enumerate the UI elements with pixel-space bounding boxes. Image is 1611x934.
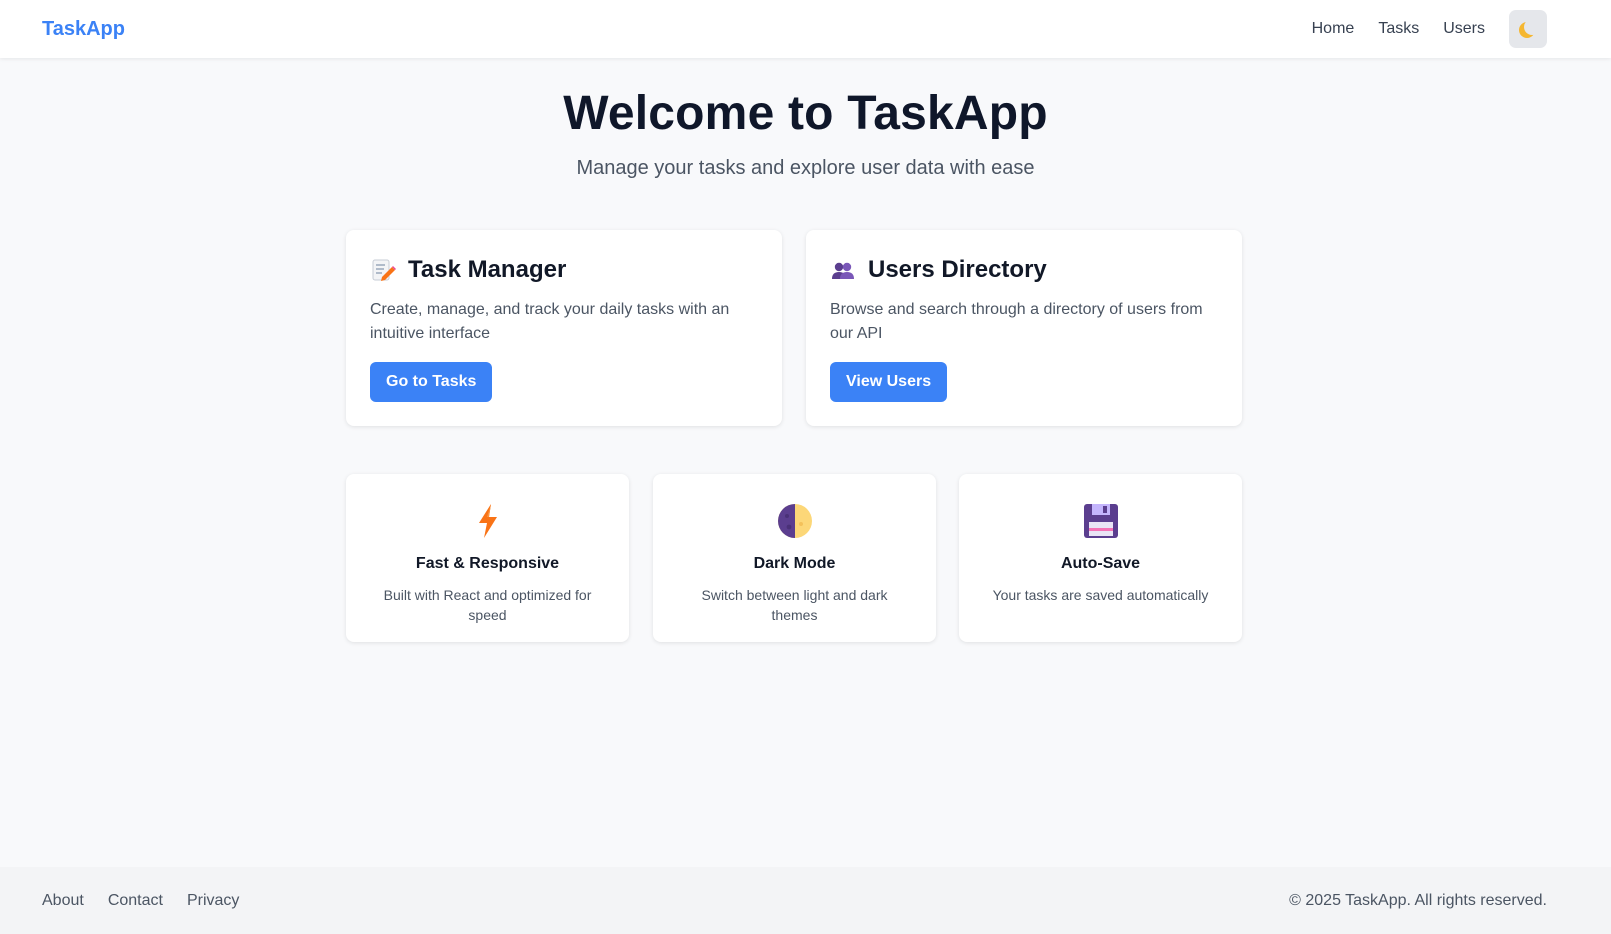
feature-card-dark-mode: Dark Mode Switch between light and dark … [653,474,936,642]
footer-link-about[interactable]: About [42,892,84,910]
feature-card-fast: Fast & Responsive Built with React and o… [346,474,629,642]
theme-toggle-button[interactable] [1509,10,1547,48]
card-title: Task Manager [408,256,567,283]
hero: Welcome to TaskApp Manage your tasks and… [0,86,1611,180]
nav-link-users[interactable]: Users [1443,20,1485,38]
nav-link-tasks[interactable]: Tasks [1378,20,1419,38]
go-to-tasks-button[interactable]: Go to Tasks [370,362,493,402]
feature-description: Built with React and optimized for speed [383,587,592,623]
users-icon [832,262,854,279]
floppy-disk-icon [1083,504,1118,538]
view-users-button[interactable]: View Users [830,362,948,402]
footer-links: About Contact Privacy [42,892,263,910]
feature-description: Your tasks are saved automatically [992,587,1209,603]
moon-icon [1524,19,1540,35]
page-subtitle: Manage your tasks and explore user data … [576,157,1035,179]
task-manager-card: Task Manager Create, manage, and track y… [346,230,782,426]
card-description: Create, manage, and track your daily tas… [370,301,730,342]
footer-link-privacy[interactable]: Privacy [187,892,239,910]
lightning-icon [478,504,497,538]
footer-link-contact[interactable]: Contact [108,892,163,910]
half-moon-icon [777,504,812,538]
feature-card-auto-save: Auto-Save Your tasks are saved automatic… [959,474,1242,642]
nav-links: Home Tasks Users [1288,10,1547,48]
brand-logo[interactable]: TaskApp [42,18,125,41]
copyright-text: © 2025 TaskApp. All rights reserved. [1289,891,1547,909]
users-directory-card: Users Directory Browse and search throug… [806,230,1242,426]
feature-title: Dark Mode [753,555,836,572]
card-description: Browse and search through a directory of… [830,301,1203,342]
feature-description: Switch between light and dark themes [701,587,888,623]
feature-title: Fast & Responsive [415,555,560,572]
card-title: Users Directory [868,256,1047,283]
nav-link-home[interactable]: Home [1312,20,1355,38]
feature-title: Auto-Save [1060,555,1141,572]
footer: About Contact Privacy © 2025 TaskApp. Al… [0,867,1611,934]
memo-icon [372,259,396,281]
page-title: Welcome to TaskApp [563,87,1048,140]
navbar: TaskApp Home Tasks Users [0,0,1611,58]
